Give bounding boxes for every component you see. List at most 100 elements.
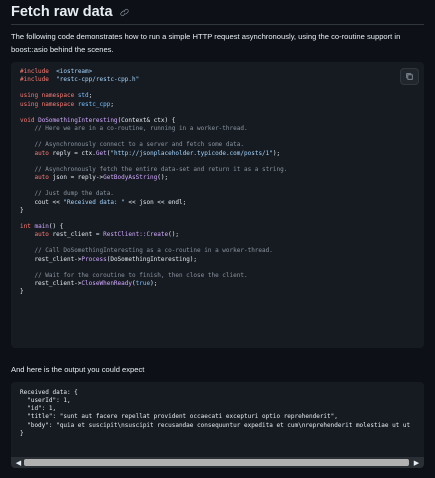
output-line: "id": 1,: [20, 405, 57, 413]
code-line: // Call DoSomethingInteresting as a co-r…: [20, 247, 424, 255]
code-token: restc_cpp: [77, 100, 111, 108]
code-token: (DoSomethingInteresting);: [106, 255, 198, 263]
copy-button[interactable]: [400, 68, 419, 85]
code-token: reply = ctx.: [48, 149, 96, 157]
code-line: }: [20, 288, 424, 296]
code-token: Process: [81, 255, 107, 263]
copy-icon: [406, 73, 413, 80]
code-line: // Wait for the coroutine to finish, the…: [20, 272, 424, 280]
code-token: cout <<: [20, 198, 64, 206]
output-line: "title": "sunt aut facere repellat provi…: [20, 413, 338, 421]
code-token: // Call DoSomethingInteresting as a co-r…: [34, 247, 273, 255]
output-content: Received data: { "userId": 1, "id": 1, "…: [11, 382, 424, 438]
code-token: // Wait for the coroutine to finish, the…: [34, 271, 248, 279]
output-line: "userId": 1,: [20, 397, 71, 405]
code-token: ();: [168, 231, 179, 239]
code-line: #include "restc-cpp/restc-cpp.h": [20, 76, 424, 84]
output-line: "body": "quia et suscipit\nsuscipit recu…: [20, 421, 411, 429]
code-token: // Just dump the data.: [34, 190, 114, 198]
code-token: }: [20, 288, 24, 296]
code-token: // Asynchronously fetch the entire data-…: [34, 165, 288, 173]
code-token: using namespace: [20, 92, 75, 100]
code-token: ();: [157, 174, 169, 182]
code-token: rest_client =: [48, 231, 104, 239]
code-token: (Context& ctx) {: [117, 116, 176, 124]
heading-divider: [11, 24, 424, 25]
code-line: auto rest_client = RestClient::Create();: [20, 231, 424, 239]
code-token: "http://jsonplaceholder.typicode.com/pos…: [110, 149, 273, 157]
code-line: #include <iostream>: [20, 68, 424, 76]
horizontal-scrollbar[interactable]: ◀ ▶: [11, 457, 424, 468]
code-line: rest_client->CloseWhenReady(true);: [20, 280, 424, 288]
page-heading: Fetch raw data: [11, 2, 130, 22]
code-token: RestClient::Create: [103, 231, 169, 239]
code-token: // Here we are in a co-routine, running …: [34, 125, 248, 133]
code-token: );: [150, 280, 158, 288]
code-line: auto reply = ctx.Get("http://jsonplaceho…: [20, 150, 424, 158]
output-intro-text: And here is the output you could expect: [11, 365, 145, 374]
code-token: DoSomethingInteresting: [38, 116, 118, 124]
code-line: cout << "Received data: " << json << end…: [20, 199, 424, 207]
code-token: ;: [88, 92, 93, 100]
code-token: std: [77, 92, 89, 100]
code-line: }: [20, 207, 424, 215]
code-line: int main() {: [20, 223, 424, 231]
code-token: int: [20, 222, 31, 230]
intro-text: The following code demonstrates how to r…: [11, 32, 401, 54]
code-token: }: [20, 206, 24, 214]
code-line: // Asynchronously connect to a server an…: [20, 141, 424, 149]
code-token: GetBodyAsString: [103, 174, 158, 182]
code-token: <iostream>: [56, 68, 93, 75]
code-token: #include: [20, 68, 49, 75]
code-line: using namespace std;: [20, 92, 424, 100]
code-token: Get: [95, 149, 107, 157]
scroll-left-icon[interactable]: ◀: [13, 457, 24, 468]
code-token: main: [34, 222, 49, 230]
code-token: rest_client->: [20, 280, 82, 288]
code-token: void: [20, 116, 35, 124]
code-line: rest_client->Process(DoSomethingInterest…: [20, 256, 424, 264]
code-line: auto json = reply->GetBodyAsString();: [20, 174, 424, 182]
code-token: "Received data: ": [63, 198, 125, 206]
code-token: // Asynchronously connect to a server an…: [34, 141, 244, 149]
code-token: () {: [48, 222, 64, 230]
code-line: // Here we are in a co-routine, running …: [20, 125, 424, 133]
code-token: ;: [110, 100, 114, 108]
output-block: Received data: { "userId": 1, "id": 1, "…: [11, 382, 424, 457]
code-token: );: [272, 149, 281, 157]
code-token: << json << endl;: [124, 198, 187, 206]
code-line: using namespace restc_cpp;: [20, 101, 424, 109]
code-token: true: [135, 280, 151, 288]
code-block: #include <iostream> #include "restc-cpp/r…: [11, 62, 424, 348]
output-line: Received data: {: [20, 389, 78, 396]
code-token: #include: [20, 76, 49, 84]
code-token: rest_client->: [20, 255, 82, 263]
link-icon[interactable]: [119, 7, 130, 18]
output-line: }: [20, 429, 24, 437]
code-token: using namespace: [20, 100, 75, 108]
code-line: // Asynchronously fetch the entire data-…: [20, 166, 424, 174]
scrollbar-thumb[interactable]: [24, 459, 409, 466]
code-token: CloseWhenReady: [81, 280, 132, 288]
code-content: #include <iostream> #include "restc-cpp/r…: [11, 62, 424, 296]
code-token: auto: [34, 149, 49, 157]
scroll-right-icon[interactable]: ▶: [411, 457, 422, 468]
code-token: auto: [34, 231, 49, 239]
